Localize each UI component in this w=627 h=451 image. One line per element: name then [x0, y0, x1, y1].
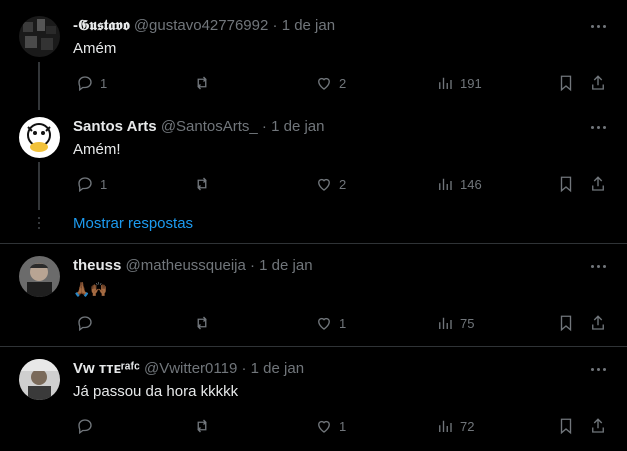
divider [0, 346, 627, 347]
heart-icon [318, 77, 330, 90]
like-button[interactable]: 1 [315, 416, 346, 436]
post-date[interactable]: 1 de jan [259, 257, 312, 274]
post-date[interactable]: 1 de jan [271, 118, 324, 135]
share-icon [592, 75, 604, 90]
heart-icon [318, 178, 330, 191]
retweet-icon [197, 316, 207, 330]
avatar[interactable] [19, 117, 60, 158]
more-options-icon[interactable] [586, 359, 610, 379]
user-handle[interactable]: @gustavo42776992 [134, 17, 269, 34]
avatar[interactable] [19, 256, 60, 297]
show-replies-link[interactable]: Mostrar respostas [73, 214, 193, 234]
views-icon [439, 178, 452, 190]
views-button[interactable]: 191 [436, 73, 482, 93]
reply-button[interactable]: 1 [76, 73, 107, 93]
share-icon [592, 176, 604, 191]
display-name[interactable]: Santos Arts [73, 118, 157, 135]
bookmark-button[interactable] [557, 313, 575, 333]
bookmark-button[interactable] [557, 174, 575, 194]
share-button[interactable] [589, 313, 607, 333]
post-text: Já passou da hora kkkkk [73, 383, 239, 400]
like-count: 2 [339, 75, 347, 91]
views-icon [439, 77, 452, 89]
share-icon [592, 418, 604, 433]
bookmark-icon [560, 176, 572, 193]
views-button[interactable]: 72 [436, 416, 474, 436]
thread-connector [38, 162, 40, 210]
avatar[interactable] [19, 359, 60, 400]
separator-dot: · [261, 118, 267, 135]
bookmark-button[interactable] [557, 73, 575, 93]
thread-ellipsis [37, 214, 41, 234]
views-icon [439, 317, 452, 329]
post-text: Amém [73, 40, 117, 57]
reply-count: 1 [100, 176, 108, 192]
user-handle[interactable]: @SantosArts_ [161, 118, 258, 135]
display-name[interactable]: theuss [73, 257, 121, 274]
separator-dot: · [241, 360, 247, 377]
post-header: Santos Arts @SantosArts_ · 1 de jan [73, 117, 324, 137]
more-options-icon[interactable] [586, 117, 610, 137]
bookmark-button[interactable] [557, 416, 575, 436]
views-icon [439, 420, 452, 432]
post-date[interactable]: 1 de jan [251, 360, 304, 377]
post-text: 🙏🏾🙌🏾 [73, 281, 108, 297]
divider [0, 243, 627, 244]
separator-dot: · [272, 17, 278, 34]
user-handle[interactable]: @Vwitter0119 [144, 360, 237, 377]
views-count: 146 [460, 176, 482, 192]
bookmark-icon [560, 418, 572, 435]
more-options-icon[interactable] [586, 16, 610, 36]
thread-connector [38, 62, 40, 110]
share-button[interactable] [589, 73, 607, 93]
views-button[interactable]: 146 [436, 174, 482, 194]
like-button[interactable]: 2 [315, 73, 346, 93]
separator-dot: · [250, 257, 255, 274]
reply-button[interactable] [76, 416, 100, 436]
like-button[interactable]: 1 [315, 313, 346, 333]
like-count: 1 [339, 315, 347, 331]
post-header: Vw ᴛᴛᴇʳᵃᶠᶜ @Vwitter0119 · 1 de jan [73, 359, 304, 379]
reply-icon [78, 177, 92, 193]
like-count: 1 [339, 418, 347, 434]
heart-icon [318, 317, 330, 330]
post-text: Amém! [73, 141, 121, 158]
reply-icon [78, 76, 92, 92]
bookmark-icon [560, 315, 572, 332]
reply-icon [78, 419, 92, 435]
views-count: 72 [460, 418, 475, 434]
like-count: 2 [339, 176, 347, 192]
share-button[interactable] [589, 174, 607, 194]
retweet-icon [197, 177, 207, 191]
retweet-button[interactable] [193, 174, 211, 194]
post-date[interactable]: 1 de jan [282, 17, 335, 34]
reply-feed: -𝕲𝖚𝖘𝖙𝖆𝖛𝖔 @gustavo42776992 · 1 de jan Amé… [0, 0, 627, 451]
retweet-button[interactable] [193, 313, 211, 333]
bookmark-icon [560, 75, 572, 92]
reply-icon [78, 316, 92, 332]
like-button[interactable]: 2 [315, 174, 346, 194]
heart-icon [318, 420, 330, 433]
reply-button[interactable]: 1 [76, 174, 107, 194]
display-name[interactable]: -𝕲𝖚𝖘𝖙𝖆𝖛𝖔 [73, 17, 130, 34]
share-icon [592, 315, 604, 330]
reply-button[interactable] [76, 313, 100, 333]
user-handle[interactable]: @matheussqueija [126, 257, 246, 274]
post-header: theuss @matheussqueija · 1 de jan [73, 256, 313, 276]
views-count: 191 [460, 75, 482, 91]
display-name[interactable]: Vw ᴛᴛᴇʳᵃᶠᶜ [73, 360, 140, 377]
reply-count: 1 [100, 75, 108, 91]
views-button[interactable]: 75 [436, 313, 474, 333]
more-options-icon[interactable] [586, 256, 610, 276]
post-header: -𝕲𝖚𝖘𝖙𝖆𝖛𝖔 @gustavo42776992 · 1 de jan [73, 16, 335, 36]
share-button[interactable] [589, 416, 607, 436]
retweet-button[interactable] [193, 73, 211, 93]
retweet-icon [197, 419, 207, 433]
avatar[interactable] [19, 16, 60, 57]
retweet-button[interactable] [193, 416, 211, 436]
retweet-icon [197, 76, 207, 90]
views-count: 75 [460, 315, 475, 331]
